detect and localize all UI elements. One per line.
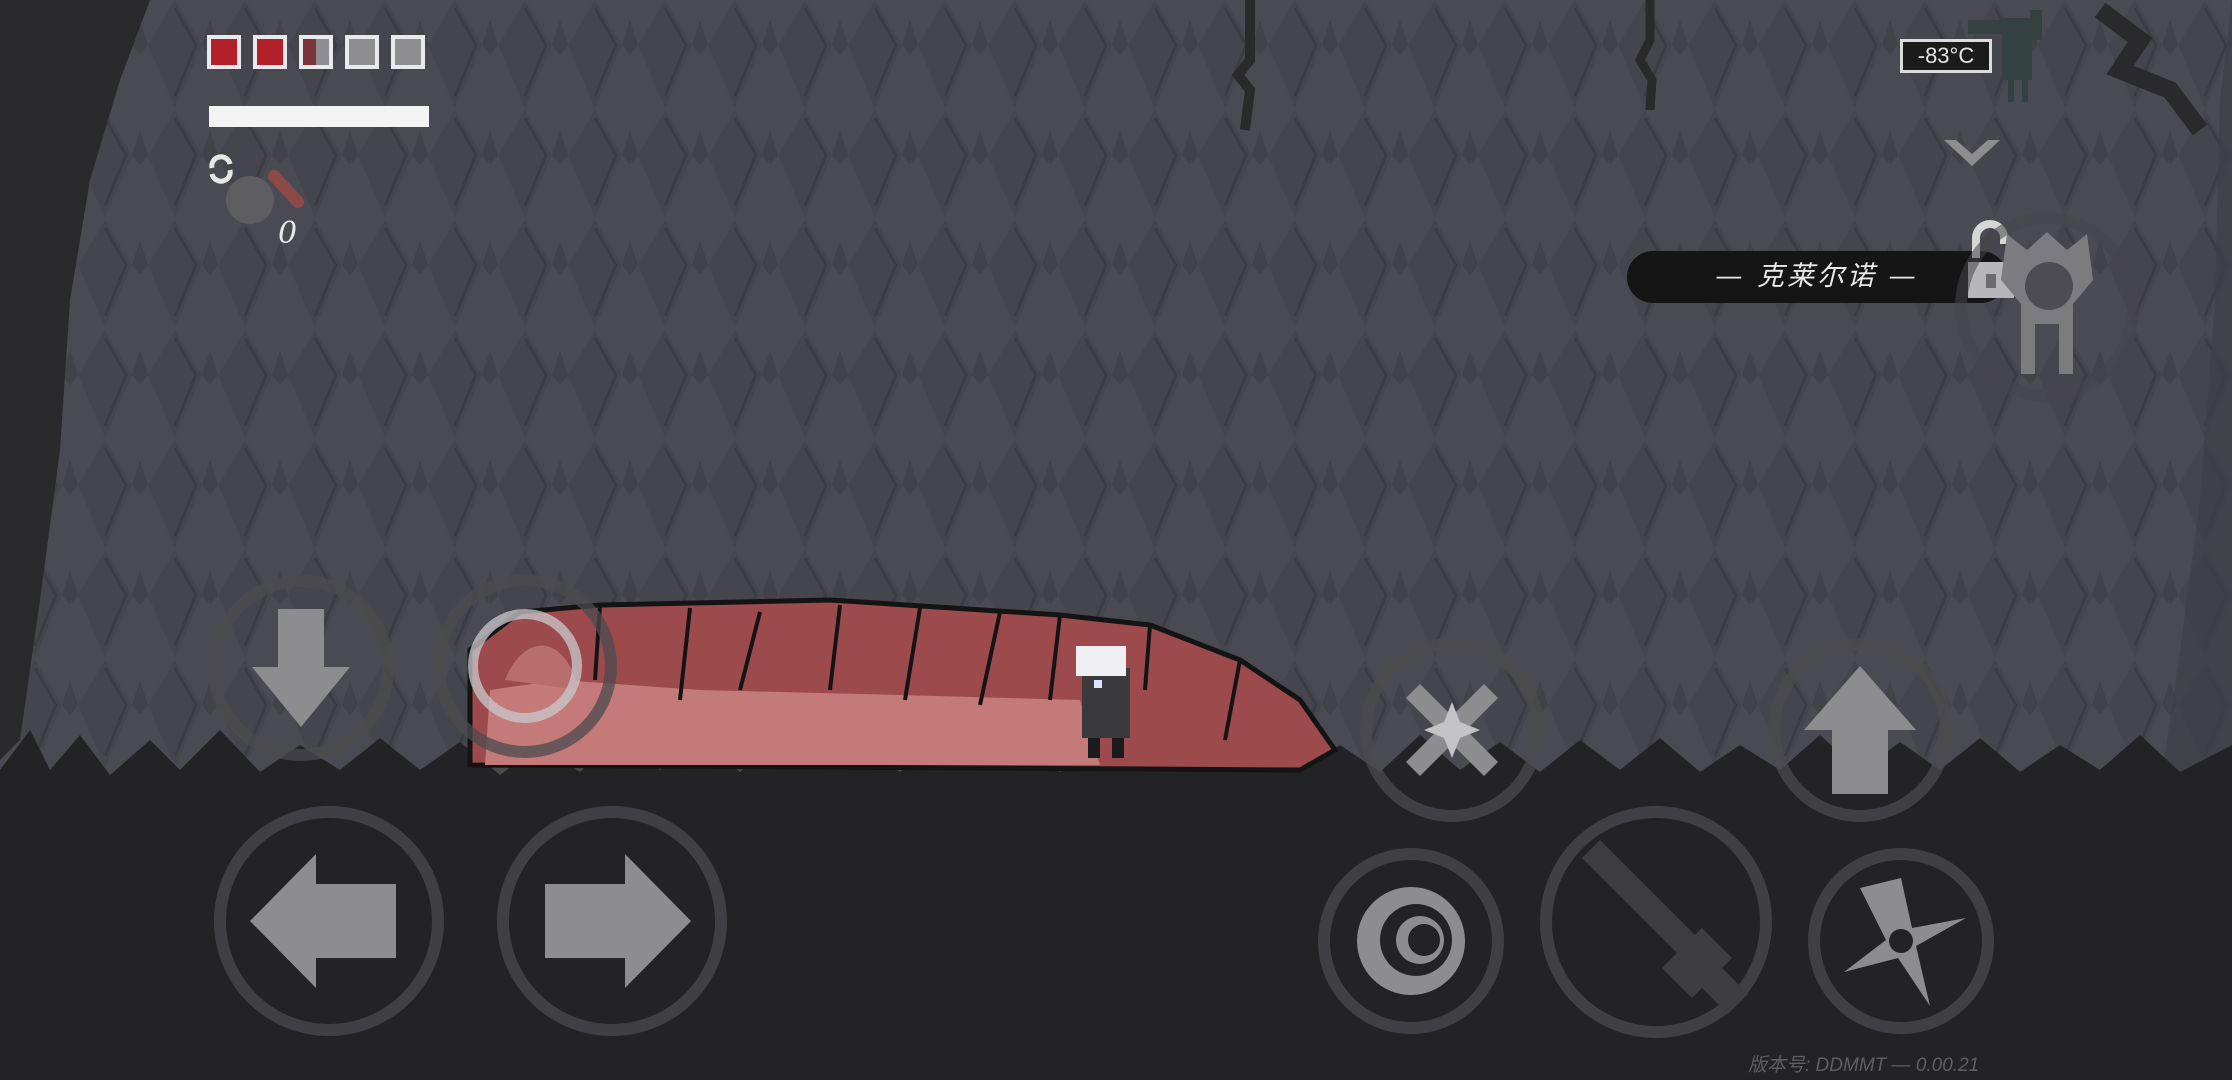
dodge-button[interactable] bbox=[1318, 848, 1504, 1034]
boss-name-banner: — 克莱尔诺 — bbox=[1627, 251, 2007, 303]
attack-button[interactable] bbox=[1540, 806, 1772, 1038]
health-cell-full bbox=[253, 35, 287, 69]
move-left-button[interactable] bbox=[214, 806, 444, 1036]
interact-button[interactable] bbox=[433, 574, 617, 758]
health-bar bbox=[207, 35, 425, 69]
chevron-down-icon[interactable] bbox=[1940, 136, 2004, 174]
dodge-spiral-icon bbox=[1357, 887, 1465, 995]
arrow-right-icon bbox=[545, 854, 691, 988]
health-cell-empty bbox=[391, 35, 425, 69]
temperature-readout: -83°C bbox=[1900, 39, 1992, 73]
item-counter: 0 bbox=[278, 216, 298, 251]
arrow-down-icon bbox=[252, 609, 350, 727]
sword-icon bbox=[1582, 840, 1748, 1014]
moon-emblem-icon bbox=[2001, 232, 2093, 374]
move-down-button[interactable] bbox=[208, 575, 394, 761]
jump-button[interactable] bbox=[1768, 638, 1952, 822]
ring-icon bbox=[468, 609, 582, 723]
health-cell-empty bbox=[345, 35, 379, 69]
health-cell-full bbox=[207, 35, 241, 69]
health-cell-half bbox=[299, 35, 333, 69]
shuriken-icon bbox=[1844, 878, 1966, 1006]
arrow-left-icon bbox=[250, 854, 396, 988]
arrow-up-icon bbox=[1804, 666, 1916, 794]
parry-icon bbox=[1406, 684, 1498, 776]
game-viewport[interactable]: 0 -83°C — 克莱尔诺 — 版本号: DDMMT — 0.00.21 bbox=[0, 0, 2232, 1080]
move-right-button[interactable] bbox=[497, 806, 727, 1036]
version-label: 版本号: DDMMT — 0.00.21 bbox=[1748, 1055, 1980, 1076]
throw-button[interactable] bbox=[1808, 848, 1994, 1034]
parry-button[interactable] bbox=[1360, 638, 1544, 822]
stamina-bar bbox=[209, 106, 429, 127]
emblem-button[interactable] bbox=[1955, 212, 2139, 402]
